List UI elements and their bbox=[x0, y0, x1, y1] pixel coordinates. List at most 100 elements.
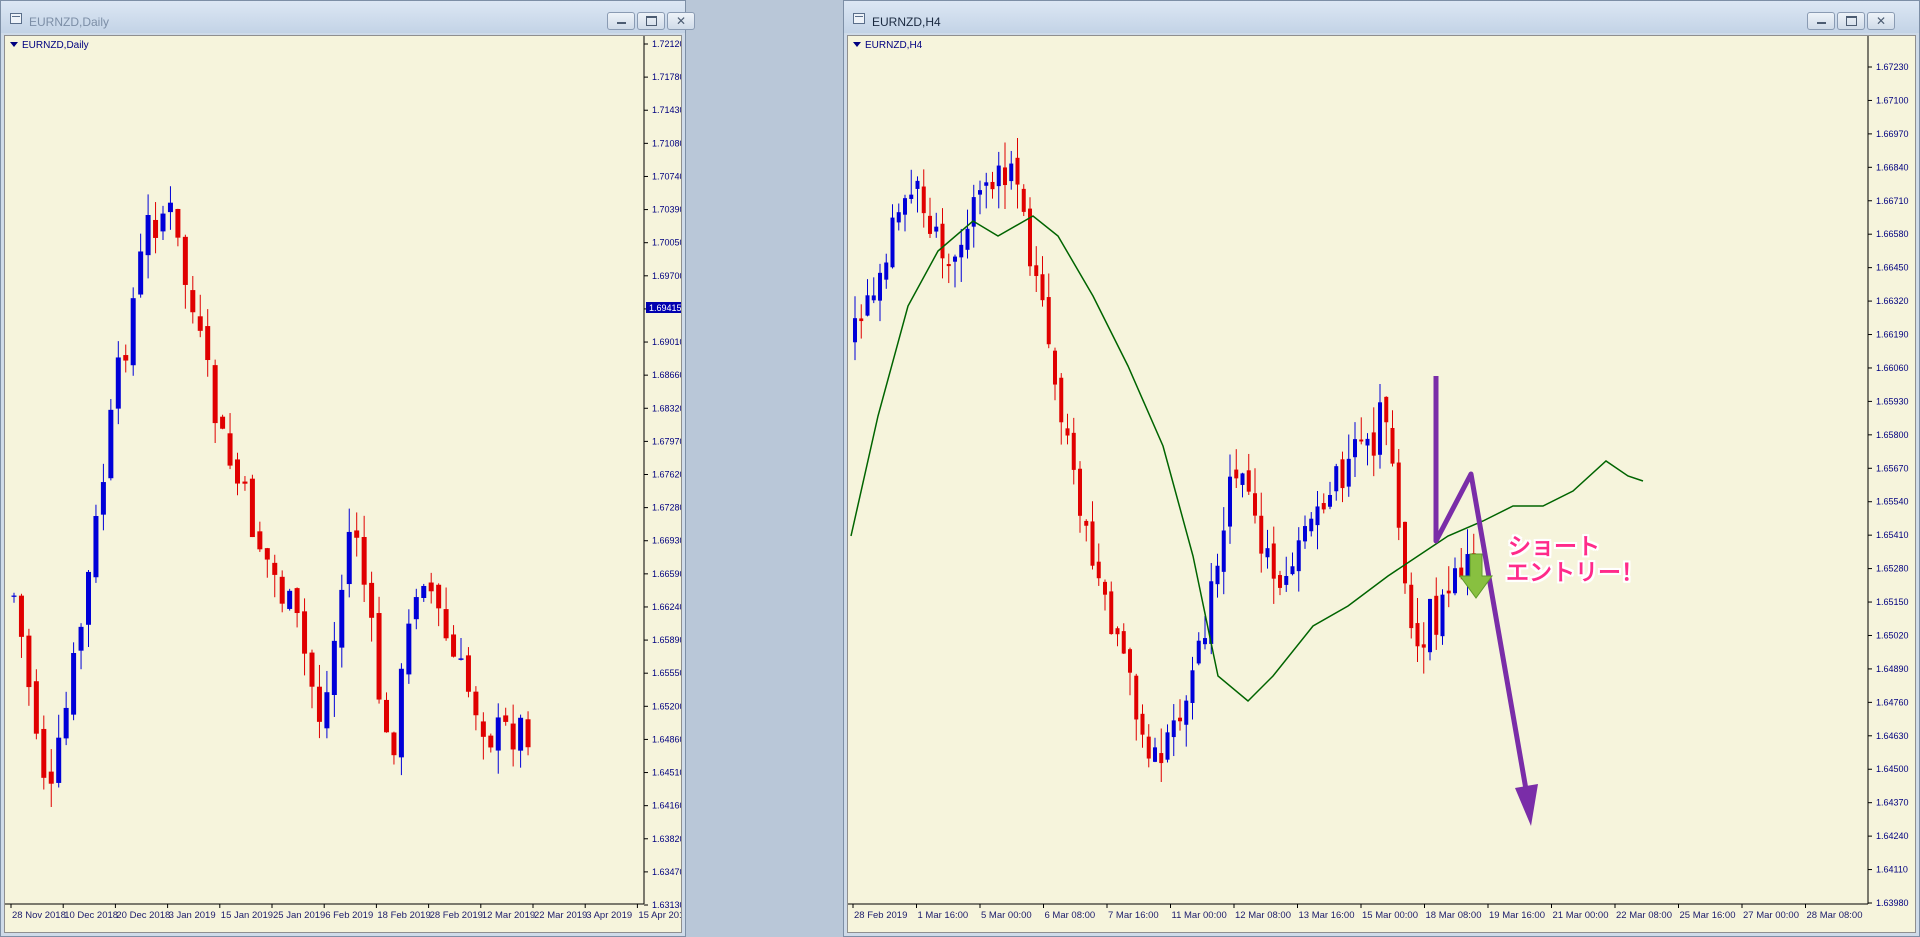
candle-body bbox=[865, 295, 870, 316]
candle-body bbox=[1090, 521, 1095, 566]
price-label: 1.71430 bbox=[652, 105, 682, 115]
date-label: 10 Dec 2018 bbox=[64, 910, 118, 921]
candle-body bbox=[130, 298, 136, 366]
price-label: 1.64500 bbox=[1876, 764, 1909, 774]
candle-body bbox=[428, 582, 434, 592]
price-chart[interactable]: 1.67230 1.67100 1.66970 1.66840 1.66710 1.665… bbox=[847, 35, 1916, 933]
candle-body bbox=[503, 715, 509, 722]
price-label: 1.65930 bbox=[1876, 396, 1909, 406]
candle-body bbox=[182, 236, 188, 285]
price-label: 1.65200 bbox=[652, 701, 682, 711]
candle-body bbox=[996, 165, 1001, 187]
candle-body bbox=[138, 251, 144, 295]
candle-body bbox=[175, 208, 181, 238]
candle-body bbox=[915, 180, 920, 189]
collapse-triangle-icon[interactable] bbox=[853, 42, 861, 47]
date-label: 15 Jan 2019 bbox=[221, 910, 273, 921]
price-label: 1.66840 bbox=[1876, 162, 1909, 172]
price-label: 1.70740 bbox=[652, 171, 682, 181]
candle-body bbox=[1215, 565, 1220, 585]
close-button[interactable]: ✕ bbox=[667, 12, 695, 30]
candle-body bbox=[309, 652, 315, 687]
price-label: 1.67280 bbox=[652, 503, 682, 513]
price-label: 1.70050 bbox=[652, 238, 682, 248]
candle-body bbox=[287, 590, 293, 609]
price-label: 1.71780 bbox=[652, 72, 682, 82]
candle-body bbox=[1296, 540, 1301, 572]
candle-body bbox=[1134, 675, 1139, 720]
candle-body bbox=[1065, 428, 1070, 436]
candle-body bbox=[1059, 377, 1064, 423]
candle-body bbox=[197, 316, 203, 331]
price-label: 1.64890 bbox=[1876, 664, 1909, 674]
current-price-marker: 1.69415 bbox=[646, 302, 681, 313]
candle-body bbox=[354, 530, 360, 538]
candles bbox=[853, 138, 1476, 782]
candle-body bbox=[264, 548, 270, 560]
candle-body bbox=[1234, 469, 1239, 479]
chart-canvas[interactable]: 1.67230 1.67100 1.66970 1.66840 1.66710 1.665… bbox=[848, 36, 1916, 933]
candle-body bbox=[465, 655, 471, 692]
candle-body bbox=[488, 735, 494, 748]
candle-body bbox=[1009, 163, 1014, 182]
candle-body bbox=[227, 433, 233, 466]
symbol-label: EURNZD,H4 bbox=[853, 40, 922, 51]
collapse-triangle-icon[interactable] bbox=[10, 42, 18, 47]
candle-body bbox=[369, 582, 375, 618]
candle-body bbox=[1309, 518, 1314, 532]
candle-body bbox=[1415, 623, 1420, 647]
candle-body bbox=[167, 202, 173, 213]
candle-body bbox=[978, 190, 982, 195]
close-button[interactable]: ✕ bbox=[1867, 12, 1895, 30]
price-label: 1.64110 bbox=[1876, 865, 1908, 875]
maximize-button[interactable] bbox=[637, 12, 665, 30]
candle-body bbox=[853, 318, 857, 343]
candle-body bbox=[1228, 476, 1232, 527]
price-label: 1.66450 bbox=[1876, 263, 1909, 273]
candle-body bbox=[1121, 631, 1126, 654]
chart-window-h4[interactable]: EURNZD,H4 ✕ 1.67230 1.67100 1.66970 1.66840… bbox=[843, 0, 1920, 937]
candle-body bbox=[1265, 548, 1270, 558]
arrow-head-icon bbox=[1515, 784, 1538, 826]
symbol-text: EURNZD,Daily bbox=[22, 40, 89, 51]
window-title: EURNZD,H4 bbox=[872, 15, 941, 29]
price-label: 1.67230 bbox=[1876, 62, 1909, 72]
candle-body bbox=[1196, 640, 1201, 664]
candle-body bbox=[93, 516, 99, 578]
candle-body bbox=[212, 365, 218, 424]
close-icon: ✕ bbox=[675, 14, 687, 28]
close-icon: ✕ bbox=[1875, 14, 1887, 28]
candle-body bbox=[1290, 566, 1295, 575]
short-entry-annotation: ショート エントリー！ bbox=[1506, 534, 1644, 586]
price-label: 1.64160 bbox=[652, 801, 682, 811]
price-label: 1.65800 bbox=[1876, 430, 1909, 440]
candle-body bbox=[859, 318, 864, 322]
candle-body bbox=[909, 194, 914, 199]
price-label: 1.66930 bbox=[652, 536, 682, 546]
price-chart[interactable]: 1.72120 1.71780 1.71430 1.71080 1.70740 1.703… bbox=[4, 35, 682, 933]
date-label: 28 Feb 2019 bbox=[430, 910, 483, 921]
candle-body bbox=[1378, 402, 1382, 455]
candle-body bbox=[1253, 493, 1257, 516]
minimize-button[interactable] bbox=[607, 12, 635, 30]
candle-body bbox=[1271, 543, 1276, 579]
candle-body bbox=[1421, 644, 1426, 648]
maximize-button[interactable] bbox=[1837, 12, 1865, 30]
title-bar[interactable]: EURNZD,H4 ✕ bbox=[844, 1, 1919, 33]
chart-window-daily[interactable]: EURNZD,Daily ✕ 1.72120 1.71780 1.71430 1.71… bbox=[0, 0, 695, 937]
chart-canvas[interactable]: 1.72120 1.71780 1.71430 1.71080 1.70740 1.703… bbox=[5, 36, 682, 933]
candle-body bbox=[458, 658, 464, 660]
candle-body bbox=[480, 721, 486, 737]
candle-body bbox=[871, 295, 876, 301]
candle-body bbox=[884, 262, 889, 280]
candle-body bbox=[1140, 713, 1145, 735]
price-label: 1.65540 bbox=[1876, 497, 1909, 507]
minimize-button[interactable] bbox=[1807, 12, 1835, 30]
title-bar[interactable]: EURNZD,Daily ✕ bbox=[1, 1, 695, 33]
candle-body bbox=[1146, 736, 1151, 759]
price-label: 1.63980 bbox=[1876, 898, 1909, 908]
price-label: 1.66190 bbox=[1876, 330, 1909, 340]
candle-body bbox=[890, 217, 895, 268]
candle-body bbox=[1346, 458, 1351, 487]
candle-body bbox=[1371, 432, 1376, 456]
